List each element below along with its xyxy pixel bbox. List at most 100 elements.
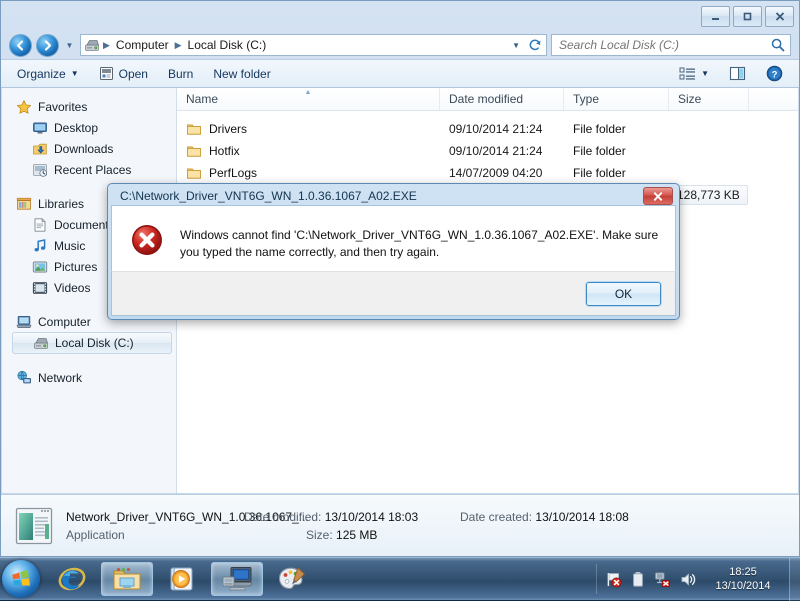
taskbar: 18:25 13/10/2014	[0, 557, 800, 600]
close-button[interactable]	[765, 6, 794, 27]
hard-disk-icon	[84, 37, 100, 53]
address-bar: ▼ ▶ Computer ▶ Local Disk (C:) ▼	[1, 31, 799, 59]
size-value: 128,773 KB	[669, 185, 748, 205]
dialog-title-bar: C:\Network_Driver_VNT6G_WN_1.0.36.1067_A…	[111, 187, 676, 205]
ok-button[interactable]: OK	[586, 282, 661, 306]
column-header-name[interactable]: ▲ Name	[177, 88, 440, 110]
clock-time: 18:25	[697, 565, 789, 579]
column-header-size[interactable]: Size	[669, 88, 749, 110]
taskbar-item-paint[interactable]	[266, 562, 318, 596]
breadcrumb-dropdown-icon[interactable]: ▼	[512, 35, 520, 55]
row-name: Drivers	[209, 122, 247, 136]
taskbar-item-windows-media-player[interactable]	[156, 562, 208, 596]
error-icon	[131, 224, 163, 256]
table-row[interactable]: Drivers 09/10/2014 21:24 File folder	[177, 118, 798, 140]
preview-pane-icon	[729, 66, 746, 81]
volume-icon[interactable]	[680, 571, 697, 588]
show-desktop-button[interactable]	[789, 558, 800, 601]
details-date-created: Date created: 13/10/2014 18:08	[460, 510, 690, 524]
dialog-footer: OK	[111, 271, 676, 316]
nav-group-network[interactable]: Network	[2, 367, 176, 388]
nav-label: Downloads	[54, 142, 113, 156]
nav-label: Documents	[54, 218, 115, 232]
row-date: 09/10/2014 21:24	[440, 140, 564, 162]
breadcrumb[interactable]: ▶ Computer ▶ Local Disk (C:) ▼	[80, 34, 547, 56]
row-type: File folder	[564, 118, 669, 140]
taskbar-item-remote-desktop[interactable]	[211, 562, 263, 596]
details-file-name: Network_Driver_VNT6G_WN_1.0.36.1067_...	[66, 510, 244, 524]
search-input[interactable]	[559, 38, 770, 52]
forward-button[interactable]	[36, 34, 59, 57]
search-box[interactable]	[551, 34, 791, 56]
sort-ascending-icon: ▲	[305, 89, 312, 96]
breadcrumb-local-disk[interactable]: Local Disk (C:)	[185, 37, 270, 53]
action-center-icon[interactable]	[605, 571, 622, 588]
network-icon	[16, 370, 32, 386]
battery-icon[interactable]	[631, 571, 645, 588]
nav-label: Computer	[38, 315, 91, 329]
breadcrumb-separator: ▶	[102, 40, 111, 51]
start-button[interactable]	[2, 560, 40, 598]
chevron-down-icon[interactable]: ▼	[701, 69, 709, 78]
new-folder-button[interactable]: New folder	[203, 63, 280, 85]
sidebar-item-local-disk-c[interactable]: Local Disk (C:)	[12, 332, 172, 354]
column-label: Type	[573, 92, 599, 106]
column-header-type[interactable]: Type	[564, 88, 669, 110]
sidebar-item-recent-places[interactable]: Recent Places	[2, 159, 176, 180]
burn-button[interactable]: Burn	[158, 63, 203, 85]
tray-divider	[596, 564, 597, 594]
taskbar-clock[interactable]: 18:25 13/10/2014	[697, 565, 789, 593]
details-col-created: Date created: 13/10/2014 18:08	[460, 510, 690, 542]
row-type: File folder	[564, 140, 669, 162]
selected-row-size: 128,773 KB	[669, 185, 748, 205]
nav-label: Libraries	[38, 197, 84, 211]
libraries-icon	[16, 196, 32, 212]
details-date-created-label: Date created:	[460, 510, 532, 524]
burn-label: Burn	[168, 67, 193, 81]
details-size-value: 125 MB	[336, 528, 377, 542]
network-icon[interactable]	[654, 571, 671, 588]
column-headers: ▲ Name Date modified Type Size	[177, 88, 798, 111]
views-button[interactable]: ▼	[669, 62, 719, 85]
sidebar-item-desktop[interactable]: Desktop	[2, 117, 176, 138]
nav-label: Favorites	[38, 100, 87, 114]
nav-group-favorites[interactable]: Favorites	[2, 96, 176, 117]
recent-places-icon	[32, 162, 48, 178]
hard-disk-icon	[33, 335, 49, 351]
breadcrumb-computer[interactable]: Computer	[113, 37, 172, 53]
row-date: 09/10/2014 21:24	[440, 118, 564, 140]
column-header-date-modified[interactable]: Date modified	[440, 88, 564, 110]
details-date-modified-label: Date modified:	[244, 510, 321, 524]
nav-label: Network	[38, 371, 82, 385]
help-button[interactable]: ?	[756, 61, 793, 86]
sidebar-item-downloads[interactable]: Downloads	[2, 138, 176, 159]
row-size	[669, 140, 749, 162]
taskbar-item-internet-explorer[interactable]	[46, 562, 98, 596]
table-row[interactable]: PerfLogs 14/07/2009 04:20 File folder	[177, 162, 798, 184]
dialog-close-button[interactable]	[643, 187, 673, 205]
video-icon	[32, 280, 48, 296]
new-folder-label: New folder	[213, 67, 270, 81]
dialog-title: C:\Network_Driver_VNT6G_WN_1.0.36.1067_A…	[120, 189, 643, 203]
back-button[interactable]	[9, 34, 32, 57]
row-name-cell: Hotfix	[177, 140, 440, 162]
computer-icon	[16, 314, 32, 330]
desktop-icon	[32, 120, 48, 136]
row-name-cell: PerfLogs	[177, 162, 440, 184]
table-row[interactable]: Hotfix 09/10/2014 21:24 File folder	[177, 140, 798, 162]
command-toolbar: Organize ▼ Open Burn New folder	[1, 59, 799, 88]
open-button[interactable]: Open	[89, 62, 158, 85]
nav-label: Desktop	[54, 121, 98, 135]
preview-pane-button[interactable]	[719, 62, 756, 85]
minimize-button[interactable]	[701, 6, 730, 27]
history-dropdown-icon[interactable]: ▼	[63, 41, 76, 50]
refresh-icon[interactable]	[528, 35, 542, 55]
breadcrumb-separator: ▶	[174, 40, 183, 51]
row-name: PerfLogs	[209, 166, 257, 180]
open-label: Open	[119, 67, 148, 81]
help-icon: ?	[766, 65, 783, 82]
maximize-button[interactable]	[733, 6, 762, 27]
organize-button[interactable]: Organize ▼	[7, 63, 89, 85]
nav-label: Recent Places	[54, 163, 131, 177]
taskbar-item-windows-explorer[interactable]	[101, 562, 153, 596]
